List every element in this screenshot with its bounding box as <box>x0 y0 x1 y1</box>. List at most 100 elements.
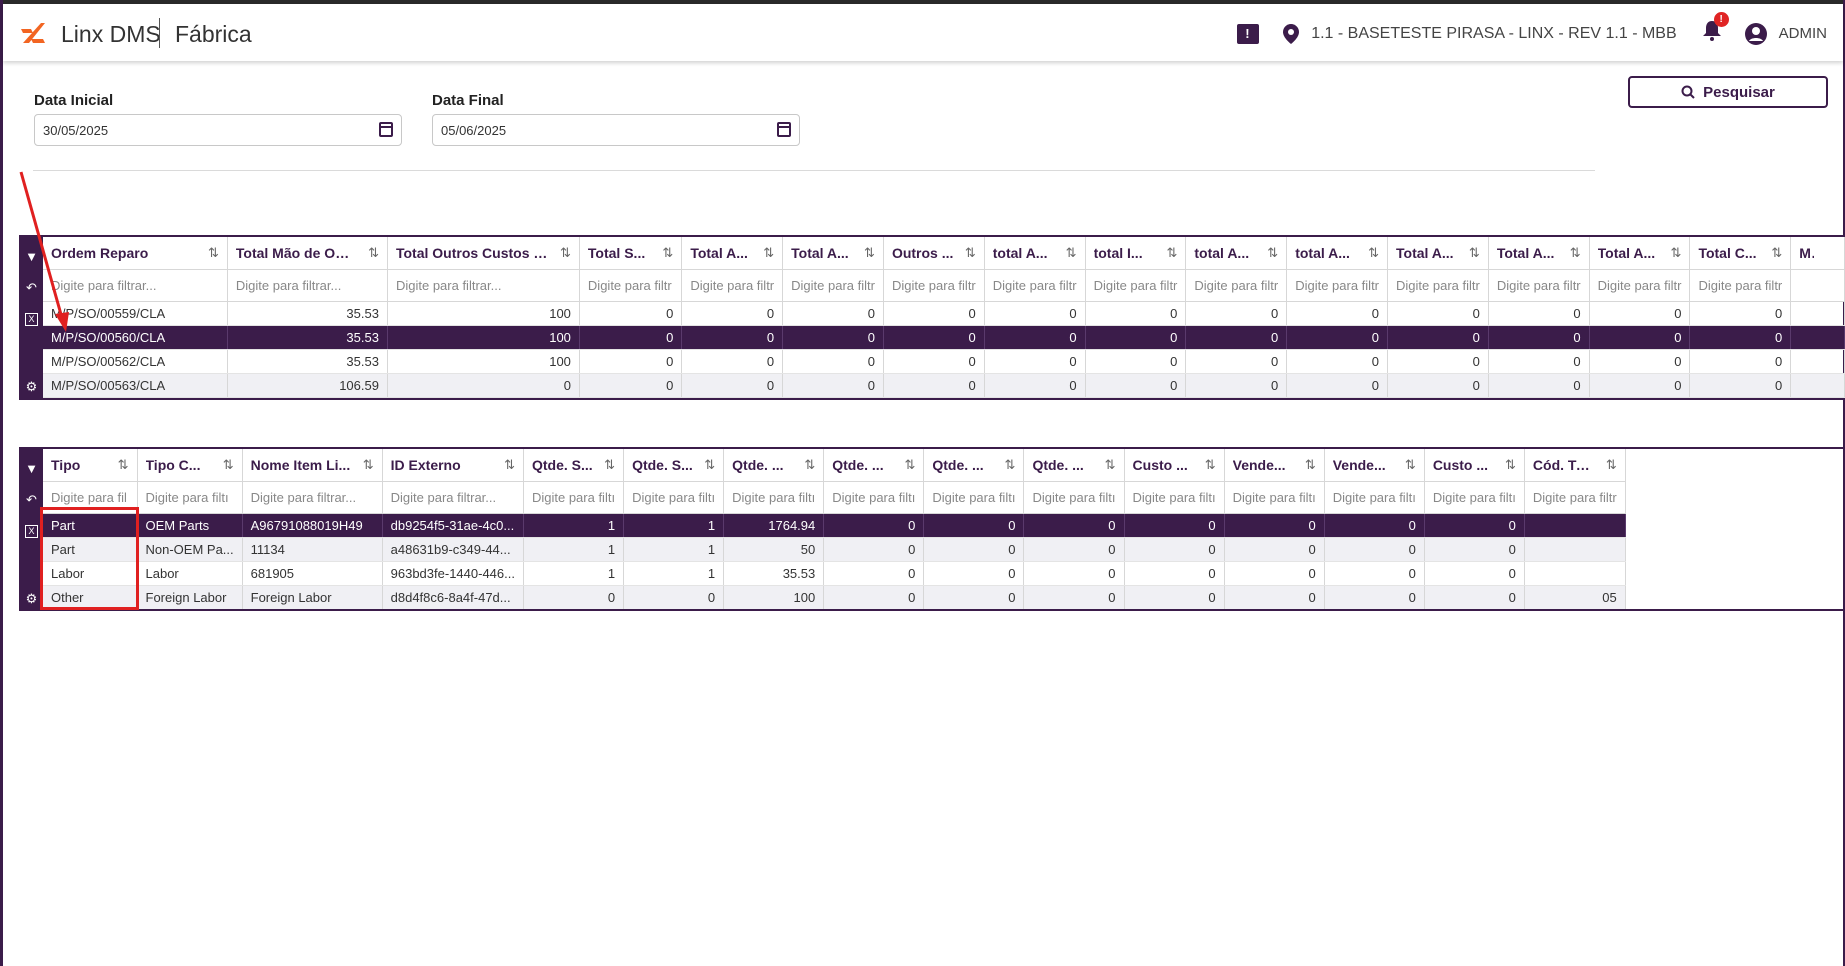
sort-icon[interactable]: ⇅ <box>864 245 875 261</box>
column-header[interactable]: ID Externo ⇅ <box>382 449 524 481</box>
sort-icon[interactable]: ⇅ <box>1368 245 1379 261</box>
data-final-input[interactable]: 05/06/2025 <box>432 114 800 146</box>
sort-icon[interactable]: ⇅ <box>965 245 976 261</box>
column-header[interactable]: Total A... ⇅ <box>1488 237 1590 269</box>
user-name[interactable]: ADMIN <box>1779 25 1827 42</box>
column-filter-input[interactable]: Digite para filtr <box>1387 268 1489 302</box>
table-row[interactable]: Other Foreign Labor Foreign Labor d8d4f8c6-… <box>43 585 1626 609</box>
sort-icon[interactable]: ⇅ <box>368 245 379 261</box>
column-filter-input[interactable]: Digite para filtı <box>1023 480 1125 514</box>
location-text[interactable]: 1.1 - BASETESTE PIRASA - LINX - REV 1.1 … <box>1311 25 1676 43</box>
sort-icon[interactable]: ⇅ <box>1267 245 1278 261</box>
column-filter-input[interactable]: Digite para filtı <box>723 480 825 514</box>
column-filter-input[interactable]: Digite para filtı <box>1224 480 1325 514</box>
sort-icon[interactable]: ⇅ <box>1166 245 1177 261</box>
column-filter-input[interactable]: Digite para filtrar... <box>43 268 228 302</box>
sort-icon[interactable]: ⇅ <box>804 457 815 473</box>
column-filter-input[interactable]: Digite para filtı <box>1324 480 1425 514</box>
sort-icon[interactable]: ⇅ <box>1771 245 1782 261</box>
column-header[interactable]: Total Outros Custos S... ⇅ <box>387 237 580 269</box>
sort-icon[interactable]: ⇅ <box>1505 457 1516 473</box>
column-filter-input[interactable]: Digite para filtı <box>1424 480 1525 514</box>
column-header[interactable]: Qtde. ... ⇅ <box>723 449 825 481</box>
sort-icon[interactable]: ⇅ <box>604 457 615 473</box>
column-header[interactable]: Qtde. ... ⇅ <box>923 449 1025 481</box>
settings-gear-icon[interactable]: ⚙ <box>25 380 38 393</box>
column-header[interactable]: Total C... ⇅ <box>1689 237 1792 269</box>
table-row[interactable]: Part OEM Parts A96791088019H49 db9254f5-31a… <box>43 513 1626 538</box>
column-header[interactable]: Custo ... ⇅ <box>1424 449 1525 481</box>
data-inicial-input[interactable]: 30/05/2025 <box>34 114 402 146</box>
column-filter-input[interactable]: Digite para filtr <box>782 268 884 302</box>
column-header[interactable]: Cód. Tri... ⇅ <box>1524 449 1626 481</box>
calendar-icon[interactable] <box>777 122 791 137</box>
column-header[interactable]: Qtde. S... ⇅ <box>523 449 625 481</box>
column-filter-input[interactable]: Digite para filtı <box>1124 480 1225 514</box>
column-filter-input[interactable]: Digite para filtr <box>883 268 985 302</box>
table-row[interactable]: Part Non-OEM Pa... 11134 a48631b9-c349-44..… <box>43 537 1626 562</box>
column-header[interactable]: total A... ⇅ <box>1185 237 1288 269</box>
column-header[interactable]: Tipo C... ⇅ <box>137 449 243 481</box>
sort-icon[interactable]: ⇅ <box>1305 457 1316 473</box>
column-header[interactable]: total A... ⇅ <box>984 237 1086 269</box>
column-filter-input[interactable]: Digite para filtrar... <box>227 268 388 302</box>
column-header[interactable]: Qtde. ... ⇅ <box>823 449 925 481</box>
column-filter-input[interactable]: Digite para filtr <box>579 268 683 302</box>
table-row[interactable]: M/P/SO/00563/CLA 106.59 0 0 0 0 0 0 0 0 0 0 0 0 0 <box>43 373 1845 398</box>
sort-icon[interactable]: ⇅ <box>1570 245 1581 261</box>
column-filter-input[interactable] <box>1790 268 1845 302</box>
column-header[interactable]: Total Mão de Obr... ⇅ <box>227 237 388 269</box>
column-header[interactable]: Tipo ⇅ <box>43 449 138 481</box>
column-filter-input[interactable]: Digite para filtr <box>1488 268 1590 302</box>
sort-icon[interactable]: ⇅ <box>763 245 774 261</box>
sort-icon[interactable]: ⇅ <box>560 245 571 261</box>
user-circle-icon[interactable] <box>1744 22 1767 45</box>
filter-icon[interactable]: ▼ <box>25 250 38 263</box>
column-header[interactable]: Custo ... ⇅ <box>1124 449 1225 481</box>
column-filter-input[interactable]: Digite para filtr <box>1185 268 1288 302</box>
sort-icon[interactable]: ⇅ <box>1606 457 1617 473</box>
sort-icon[interactable]: ⇅ <box>363 457 374 473</box>
column-header[interactable]: Qtde. S... ⇅ <box>623 449 725 481</box>
sort-icon[interactable]: ⇅ <box>1671 245 1682 261</box>
sort-icon[interactable]: ⇅ <box>504 457 515 473</box>
column-filter-input[interactable]: Digite para filtr <box>1085 268 1187 302</box>
column-filter-input[interactable]: Digite para filtı <box>623 480 725 514</box>
sort-icon[interactable]: ⇅ <box>704 457 715 473</box>
column-filter-input[interactable]: Digite para filtı <box>823 480 925 514</box>
column-header[interactable]: Total S... ⇅ <box>579 237 683 269</box>
column-header[interactable]: Vende... ⇅ <box>1324 449 1425 481</box>
sort-icon[interactable]: ⇅ <box>1005 457 1016 473</box>
column-header[interactable]: Total A... ⇅ <box>1387 237 1489 269</box>
column-header[interactable]: Nome Item Li... ⇅ <box>242 449 383 481</box>
column-filter-input[interactable]: Digite para filtı <box>523 480 625 514</box>
undo-icon[interactable]: ↶ <box>25 281 38 294</box>
excel-export-icon[interactable]: X <box>25 313 38 326</box>
column-filter-input[interactable]: Digite para filtr <box>1689 268 1792 302</box>
column-filter-input[interactable]: Digite para filtrar... <box>387 268 580 302</box>
sort-icon[interactable]: ⇅ <box>1066 245 1077 261</box>
table-row[interactable]: Labor Labor 681905 963bd3fe-1440-446... 1 1 35… <box>43 561 1626 586</box>
column-header[interactable]: total I... ⇅ <box>1085 237 1187 269</box>
notifications-button[interactable]: ! <box>1702 12 1729 46</box>
column-header[interactable]: Vende... ⇅ <box>1224 449 1325 481</box>
chat-alert-icon[interactable] <box>1237 23 1260 44</box>
calendar-icon[interactable] <box>379 122 393 137</box>
undo-icon[interactable]: ↶ <box>25 493 38 506</box>
table-row[interactable]: M/P/SO/00562/CLA 35.53 100 0 0 0 0 0 0 0 0 0 0 0 0 <box>43 349 1845 374</box>
sort-icon[interactable]: ⇅ <box>1405 457 1416 473</box>
search-button[interactable]: Pesquisar <box>1628 76 1828 108</box>
column-filter-input[interactable]: Digite para filtrar... <box>242 480 383 514</box>
sort-icon[interactable]: ⇅ <box>904 457 915 473</box>
column-header[interactable]: Ordem Reparo ⇅ <box>43 237 228 269</box>
sort-icon[interactable]: ⇅ <box>1469 245 1480 261</box>
column-filter-input[interactable]: Digite para filtı <box>137 480 243 514</box>
column-filter-input[interactable]: Digite para filtı <box>923 480 1025 514</box>
column-header[interactable]: Total A... ⇅ <box>782 237 884 269</box>
column-filter-input[interactable]: Digite para filtrar... <box>382 480 524 514</box>
table-row[interactable]: M/P/SO/00559/CLA 35.53 100 0 0 0 0 0 0 0 0 0 0 0 0 <box>43 301 1845 326</box>
column-header[interactable]: Total A... ⇅ <box>1589 237 1691 269</box>
excel-export-icon[interactable]: X <box>25 525 38 538</box>
column-filter-input[interactable]: Digite para filtr <box>1286 268 1389 302</box>
column-header[interactable]: Total A... ⇅ <box>681 237 784 269</box>
